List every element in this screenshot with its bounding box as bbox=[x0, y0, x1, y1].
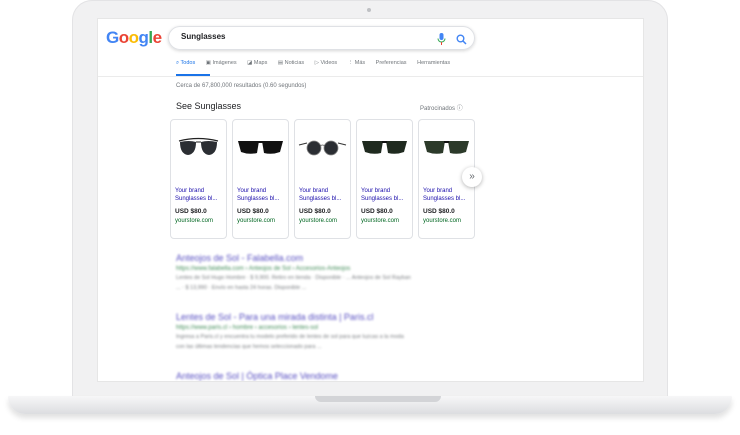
tab-label: Maps bbox=[253, 60, 268, 66]
browser-screen: Google Sunglasses ⌕ Todos ▣ Imágenes ◪ M… bbox=[97, 18, 644, 382]
product-card[interactable]: Your brand Sunglasses bl... USD $80.0 yo… bbox=[356, 119, 413, 239]
tab-maps[interactable]: ◪ Maps bbox=[247, 60, 267, 66]
product-card[interactable]: Your brand Sunglasses bl... USD $80.0 yo… bbox=[294, 119, 351, 239]
tab-videos[interactable]: ▷ Videos bbox=[315, 60, 337, 66]
result-snippet: ... · $ 13,990 · Envío en hasta 24 horas… bbox=[176, 285, 307, 291]
tab-label: Noticias bbox=[284, 60, 305, 66]
more-icon: ⋮ bbox=[347, 60, 355, 66]
tab-label: Herramientas bbox=[417, 60, 451, 66]
logo-letter: G bbox=[106, 28, 119, 47]
product-store: yourstore.com bbox=[175, 218, 214, 224]
microphone-icon[interactable] bbox=[437, 32, 446, 50]
product-price: USD $80.0 bbox=[299, 208, 331, 215]
tab-label: Más bbox=[354, 60, 366, 66]
product-title[interactable]: Your brand Sunglasses bl... bbox=[423, 187, 473, 203]
result-snippet: con las últimas tendencias que hemos sel… bbox=[176, 344, 322, 350]
organic-result: Lentes de Sol - Para una mirada distinta… bbox=[176, 312, 476, 351]
tab-mas[interactable]: ⋮ Más bbox=[348, 60, 365, 66]
google-logo[interactable]: Google bbox=[106, 28, 162, 48]
shopping-heading: See Sunglasses bbox=[176, 101, 242, 111]
result-snippet: Ingresa a Paris.cl y encuentra tu modelo… bbox=[176, 334, 404, 340]
product-store: yourstore.com bbox=[299, 218, 338, 224]
tab-label: Videos bbox=[320, 60, 338, 66]
product-price: USD $80.0 bbox=[237, 208, 269, 215]
organic-result: Anteojos de Sol - Falabella.com https://… bbox=[176, 253, 476, 292]
tab-label: Imágenes bbox=[212, 60, 237, 66]
tab-noticias[interactable]: ▤ Noticias bbox=[278, 60, 304, 66]
news-icon: ▤ bbox=[277, 60, 285, 66]
product-store: yourstore.com bbox=[361, 218, 400, 224]
logo-letter: o bbox=[128, 28, 139, 47]
aviator-sunglasses-icon bbox=[178, 137, 219, 155]
tab-herramientas[interactable]: Herramientas bbox=[417, 60, 450, 66]
result-title-link[interactable]: Lentes de Sol - Para una mirada distinta… bbox=[176, 312, 476, 322]
wayfarer-sunglasses-icon bbox=[424, 141, 469, 154]
product-title[interactable]: Your brand Sunglasses bl... bbox=[299, 187, 349, 203]
result-title-link[interactable]: Anteojos de Sol | Óptica Place Vendome bbox=[176, 371, 476, 381]
tab-todos[interactable]: ⌕ Todos bbox=[176, 60, 195, 67]
search-input[interactable]: Sunglasses bbox=[168, 26, 475, 50]
tab-label: Todos bbox=[180, 60, 196, 66]
product-card[interactable]: Your brand Sunglasses bl... USD $80.0 yo… bbox=[232, 119, 289, 239]
product-title[interactable]: Your brand Sunglasses bl... bbox=[361, 187, 411, 203]
wayfarer-sunglasses-icon bbox=[238, 141, 283, 154]
product-store: yourstore.com bbox=[423, 218, 462, 224]
sponsored-label[interactable]: Patrocinados ⓘ bbox=[420, 103, 463, 112]
product-title[interactable]: Your brand Sunglasses bl... bbox=[175, 187, 225, 203]
organic-result: Anteojos de Sol | Óptica Place Vendome bbox=[176, 371, 476, 381]
product-price: USD $80.0 bbox=[361, 208, 393, 215]
result-url[interactable]: https://www.paris.cl › hombre › accesori… bbox=[176, 325, 476, 331]
search-query: Sunglasses bbox=[181, 32, 226, 41]
round-sunglasses-icon bbox=[298, 140, 347, 156]
map-icon: ◪ bbox=[247, 60, 254, 66]
search-tabs: ⌕ Todos ▣ Imágenes ◪ Maps ▤ Noticias ▷ V… bbox=[176, 60, 459, 74]
logo-letter: g bbox=[138, 28, 149, 47]
logo-letter: e bbox=[152, 28, 162, 47]
wayfarer-sunglasses-icon bbox=[362, 141, 407, 154]
divider bbox=[98, 76, 643, 77]
product-store: yourstore.com bbox=[237, 218, 276, 224]
product-price: USD $80.0 bbox=[175, 208, 207, 215]
laptop-notch bbox=[315, 396, 441, 402]
tab-label: Preferencias bbox=[375, 60, 407, 66]
carousel-next-button[interactable]: » bbox=[462, 167, 482, 187]
camera-dot bbox=[367, 8, 371, 12]
shopping-carousel: Your brand Sunglasses bl... USD $80.0 yo… bbox=[170, 119, 480, 239]
result-title-link[interactable]: Anteojos de Sol - Falabella.com bbox=[176, 253, 476, 263]
product-card[interactable]: Your brand Sunglasses bl... USD $80.0 yo… bbox=[170, 119, 227, 239]
results-stats: Cerca de 67,800,000 resultados (0.60 seg… bbox=[176, 83, 307, 89]
logo-letter: o bbox=[118, 28, 129, 47]
result-url[interactable]: https://www.falabella.com › Anteojos de … bbox=[176, 266, 476, 272]
tab-preferencias[interactable]: Preferencias bbox=[376, 60, 407, 66]
product-price: USD $80.0 bbox=[423, 208, 455, 215]
result-snippet: Lentes de Sol Hugo Hombre · $ 9,900. Ret… bbox=[176, 275, 411, 281]
tab-imagenes[interactable]: ▣ Imágenes bbox=[206, 60, 237, 66]
sponsored-text: Patrocinados bbox=[420, 106, 456, 112]
info-icon[interactable]: ⓘ bbox=[457, 106, 463, 112]
product-title[interactable]: Your brand Sunglasses bl... bbox=[237, 187, 287, 203]
search-icon[interactable] bbox=[456, 32, 467, 50]
laptop-base bbox=[8, 396, 732, 414]
